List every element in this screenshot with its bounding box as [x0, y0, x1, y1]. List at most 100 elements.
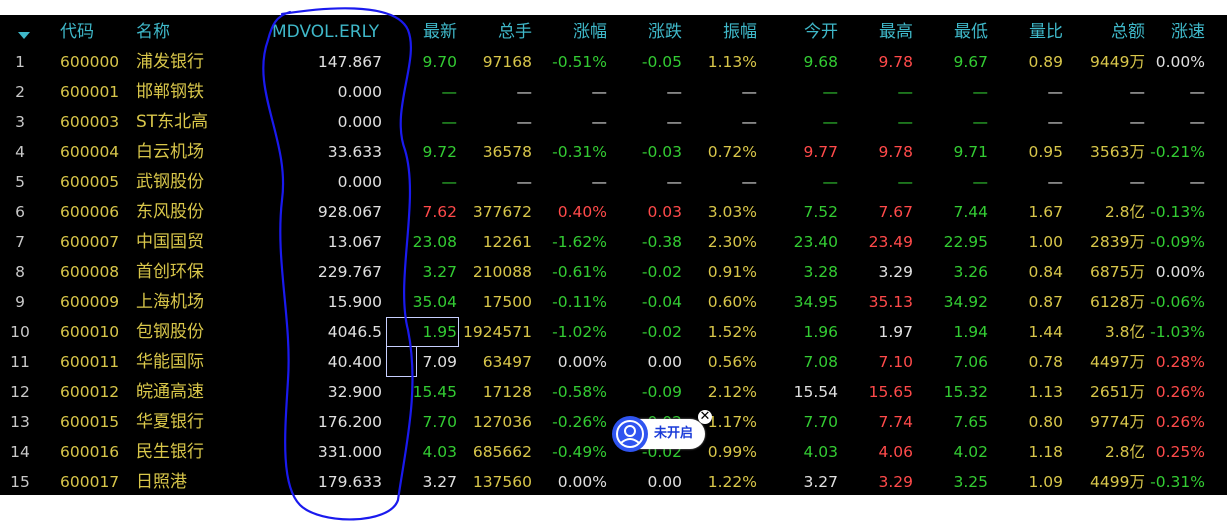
header-pct[interactable]: 涨幅 — [535, 17, 607, 47]
cell-amp: 1.52% — [707, 323, 757, 341]
cell-latest: 15.45 — [412, 383, 457, 401]
cell-mdvol: 331.000 — [317, 443, 382, 461]
cell-num: 14 — [10, 443, 30, 461]
cell-amount: 3563万 — [1090, 143, 1145, 161]
cell-ratio: — — [1047, 173, 1064, 191]
header-name[interactable]: 名称 — [136, 17, 236, 47]
table-row[interactable]: 2 600001 邯郸钢铁 0.000 — — — — — — — — — — — — [0, 77, 1227, 107]
cell-speed: 0.26% — [1155, 413, 1205, 431]
cell-ratio: 0.89 — [1028, 53, 1063, 71]
cell-low: 3.26 — [953, 263, 988, 281]
cell-code: 600004 — [60, 143, 120, 161]
cell-amp: 1.13% — [707, 53, 757, 71]
cell-ratio: 1.00 — [1028, 233, 1063, 251]
header-open[interactable]: 今开 — [765, 17, 838, 47]
cell-ratio: — — [1047, 113, 1064, 131]
header-mdvol[interactable]: MDVOL.ERLY — [272, 17, 404, 47]
header-amount[interactable]: 总额 — [1065, 17, 1145, 47]
cell-name: 日照港 — [136, 472, 187, 492]
cell-amp: — — [741, 173, 758, 191]
cell-volume: 127036 — [472, 413, 532, 431]
cell-high: 9.78 — [878, 143, 913, 161]
header-latest[interactable]: 最新 — [395, 17, 457, 47]
cell-open: 7.08 — [803, 353, 838, 371]
cell-open: — — [822, 83, 839, 101]
cell-name: 民生银行 — [136, 442, 204, 462]
header-code[interactable]: 代码 — [60, 17, 130, 47]
cell-volume: 17500 — [482, 293, 532, 311]
table-row[interactable]: 4 600004 白云机场 33.633 9.72 36578 -0.31% -0.03 0.7… — [0, 137, 1227, 167]
cell-low: 7.44 — [953, 203, 988, 221]
cell-amp: 1.22% — [707, 473, 757, 491]
header-high[interactable]: 最高 — [840, 17, 913, 47]
cell-speed: -0.31% — [1150, 473, 1205, 491]
header-speed[interactable]: 涨速 — [1150, 17, 1205, 47]
cell-speed: -1.03% — [1150, 323, 1205, 341]
cell-mdvol: 32.900 — [327, 383, 382, 401]
cell-mdvol: 0.000 — [337, 173, 382, 191]
cell-high: 1.97 — [878, 323, 913, 341]
cell-latest: 4.03 — [422, 443, 457, 461]
cell-low: — — [972, 83, 989, 101]
cell-latest: 7.62 — [422, 203, 457, 221]
close-icon[interactable]: ✕ — [698, 410, 712, 424]
cell-speed: — — [1189, 113, 1206, 131]
cell-num: 10 — [10, 323, 30, 341]
table-row[interactable]: 8 600008 首创环保 229.767 3.27 210088 -0.61% -0.02 0… — [0, 257, 1227, 287]
cell-high: 15.65 — [868, 383, 913, 401]
table-row[interactable]: 3 600003 ST东北高 0.000 — — — — — — — — — — — — [0, 107, 1227, 137]
table-row[interactable]: 6 600006 东风股份 928.067 7.62 377672 0.40% 0.03 3.0… — [0, 197, 1227, 227]
cell-pct: -1.02% — [552, 323, 607, 341]
cell-pct: — — [591, 113, 608, 131]
cell-mdvol: 176.200 — [317, 413, 382, 431]
table-row[interactable]: 9 600009 上海机场 15.900 35.04 17500 -0.11% -0.04 0.… — [0, 287, 1227, 317]
cell-open: 7.52 — [803, 203, 838, 221]
cell-chg: -0.03 — [641, 143, 682, 161]
cell-open: 1.96 — [803, 323, 838, 341]
table-row[interactable]: 7 600007 中国国贸 13.067 23.08 12261 -1.62% -0.38 2.… — [0, 227, 1227, 257]
cell-chg: — — [666, 113, 683, 131]
cell-volume: 210088 — [472, 263, 532, 281]
cell-volume: 63497 — [482, 353, 532, 371]
cell-low: 34.92 — [943, 293, 988, 311]
header-amp[interactable]: 振幅 — [690, 17, 757, 47]
cell-low: 3.25 — [953, 473, 988, 491]
cell-speed: 0.00% — [1155, 53, 1205, 71]
user-avatar-icon[interactable] — [612, 416, 648, 452]
table-row[interactable]: 1 600000 浦发银行 147.867 9.70 97168 -0.51% -0.05 1.… — [0, 47, 1227, 77]
cell-num: 9 — [15, 293, 25, 311]
cell-code: 600015 — [60, 413, 120, 431]
cell-latest: 23.08 — [412, 233, 457, 251]
cell-amount: — — [1129, 113, 1146, 131]
cell-pct: 0.00% — [557, 353, 607, 371]
table-row[interactable]: 10 600010 包钢股份 4046.5 1.95 1924571 -1.02% -0.02… — [0, 317, 1227, 347]
cell-mdvol: 4046.5 — [327, 323, 382, 341]
cell-speed: 0.00% — [1155, 263, 1205, 281]
table-row[interactable]: 11 600011 华能国际 40.400 7.09 63497 0.00% 0.00 0.56… — [0, 347, 1227, 377]
caret-down-icon[interactable] — [18, 32, 30, 39]
floating-status-badge[interactable]: 未开启 ✕ — [612, 410, 712, 452]
cell-speed: — — [1189, 83, 1206, 101]
selection-box-row-10 — [386, 317, 459, 347]
header-chg[interactable]: 涨跌 — [615, 17, 682, 47]
table-row[interactable]: 15 600017 日照港 179.633 3.27 137560 0.00% 0.00 1.2… — [0, 467, 1227, 497]
cell-high: 9.78 — [878, 53, 913, 71]
header-low[interactable]: 最低 — [915, 17, 988, 47]
cell-open: 3.28 — [803, 263, 838, 281]
header-ratio[interactable]: 量比 — [995, 17, 1063, 47]
cell-low: — — [972, 113, 989, 131]
cell-amount: — — [1129, 83, 1146, 101]
cell-pct: -1.62% — [552, 233, 607, 251]
cell-num: 8 — [15, 263, 25, 281]
cell-amp: 0.72% — [707, 143, 757, 161]
cell-num: 11 — [10, 353, 30, 371]
cell-open: 15.54 — [793, 383, 838, 401]
cell-name: 华能国际 — [136, 352, 204, 372]
cell-open: 9.77 — [803, 143, 838, 161]
table-row[interactable]: 5 600005 武钢股份 0.000 — — — — — — — — — — — — [0, 167, 1227, 197]
cell-volume: 36578 — [482, 143, 532, 161]
cell-amp: — — [741, 113, 758, 131]
header-volume[interactable]: 总手 — [462, 17, 532, 47]
cell-name: 浦发银行 — [136, 52, 204, 72]
table-row[interactable]: 12 600012 皖通高速 32.900 15.45 17128 -0.58% -0.09 2… — [0, 377, 1227, 407]
